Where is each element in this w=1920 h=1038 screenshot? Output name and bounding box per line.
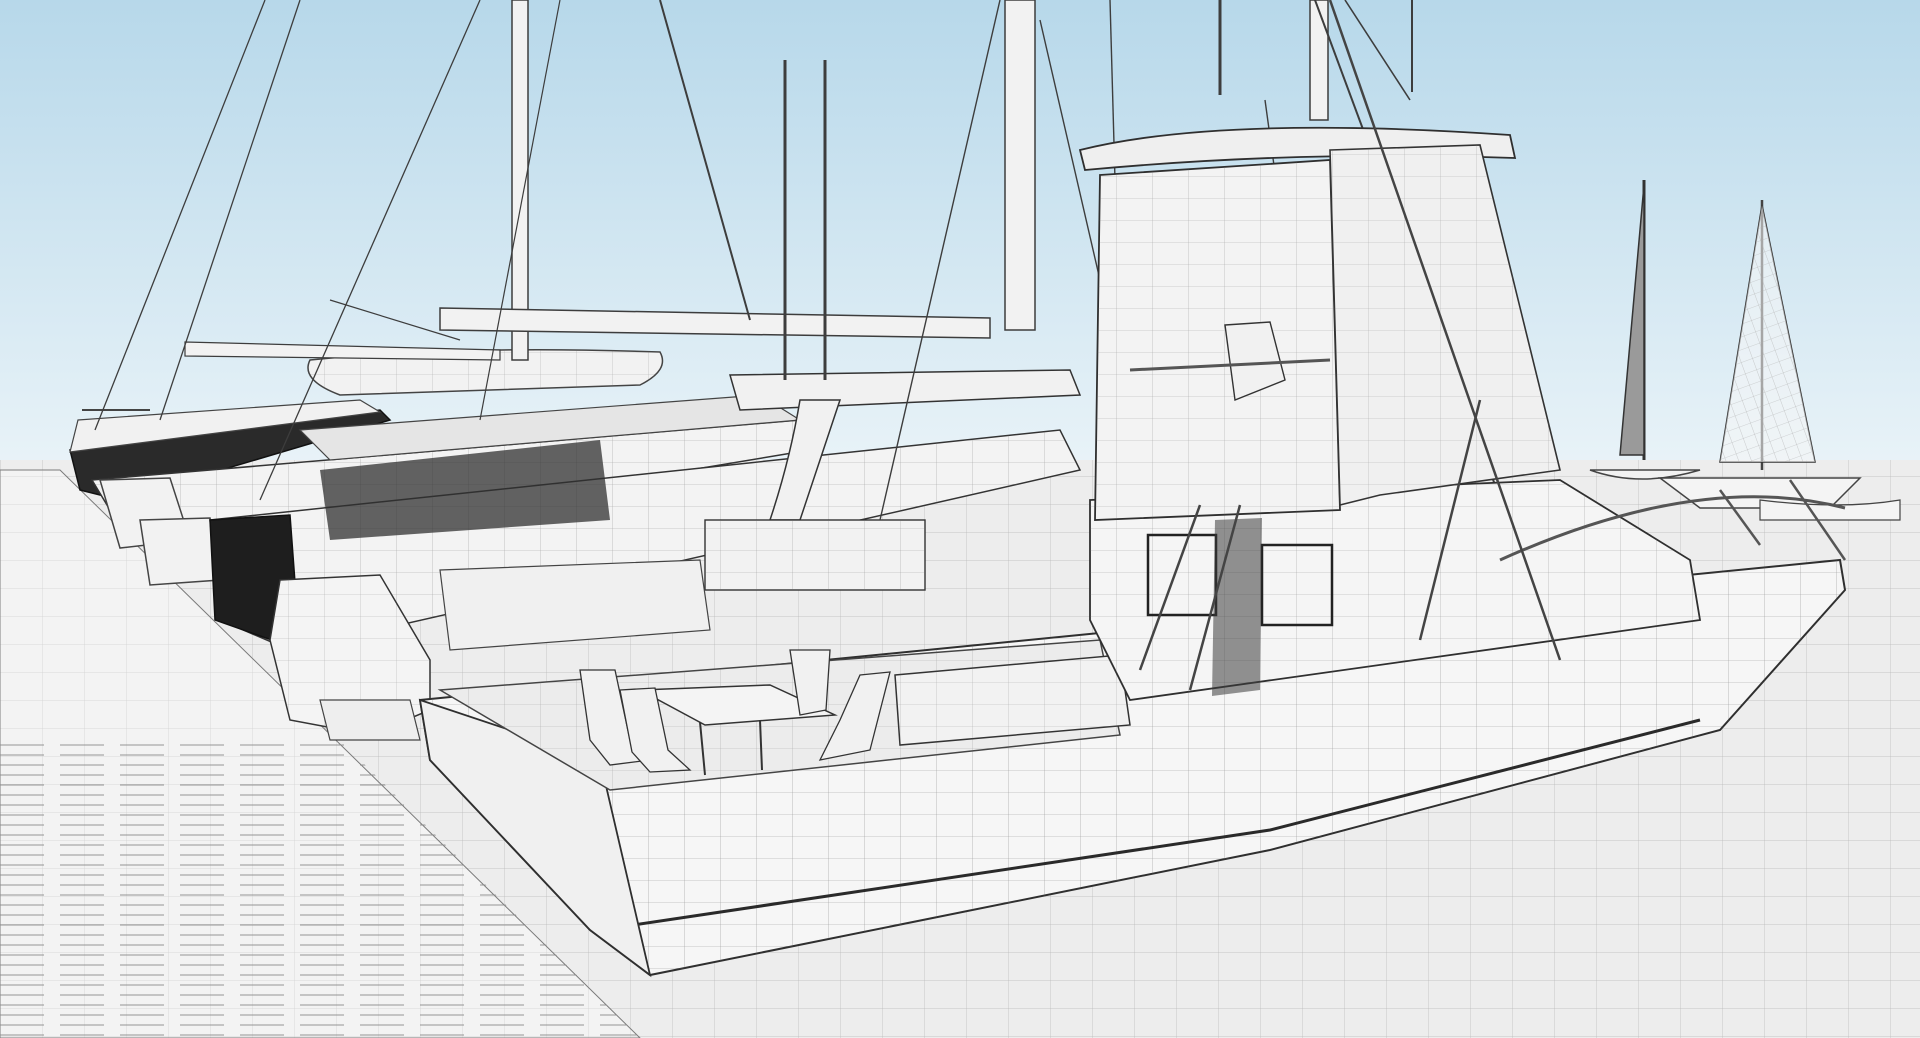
mast-2 — [1004, 0, 1036, 331]
mast-3 — [1309, 0, 1329, 121]
wireframe-marina-render — [0, 0, 1920, 1038]
